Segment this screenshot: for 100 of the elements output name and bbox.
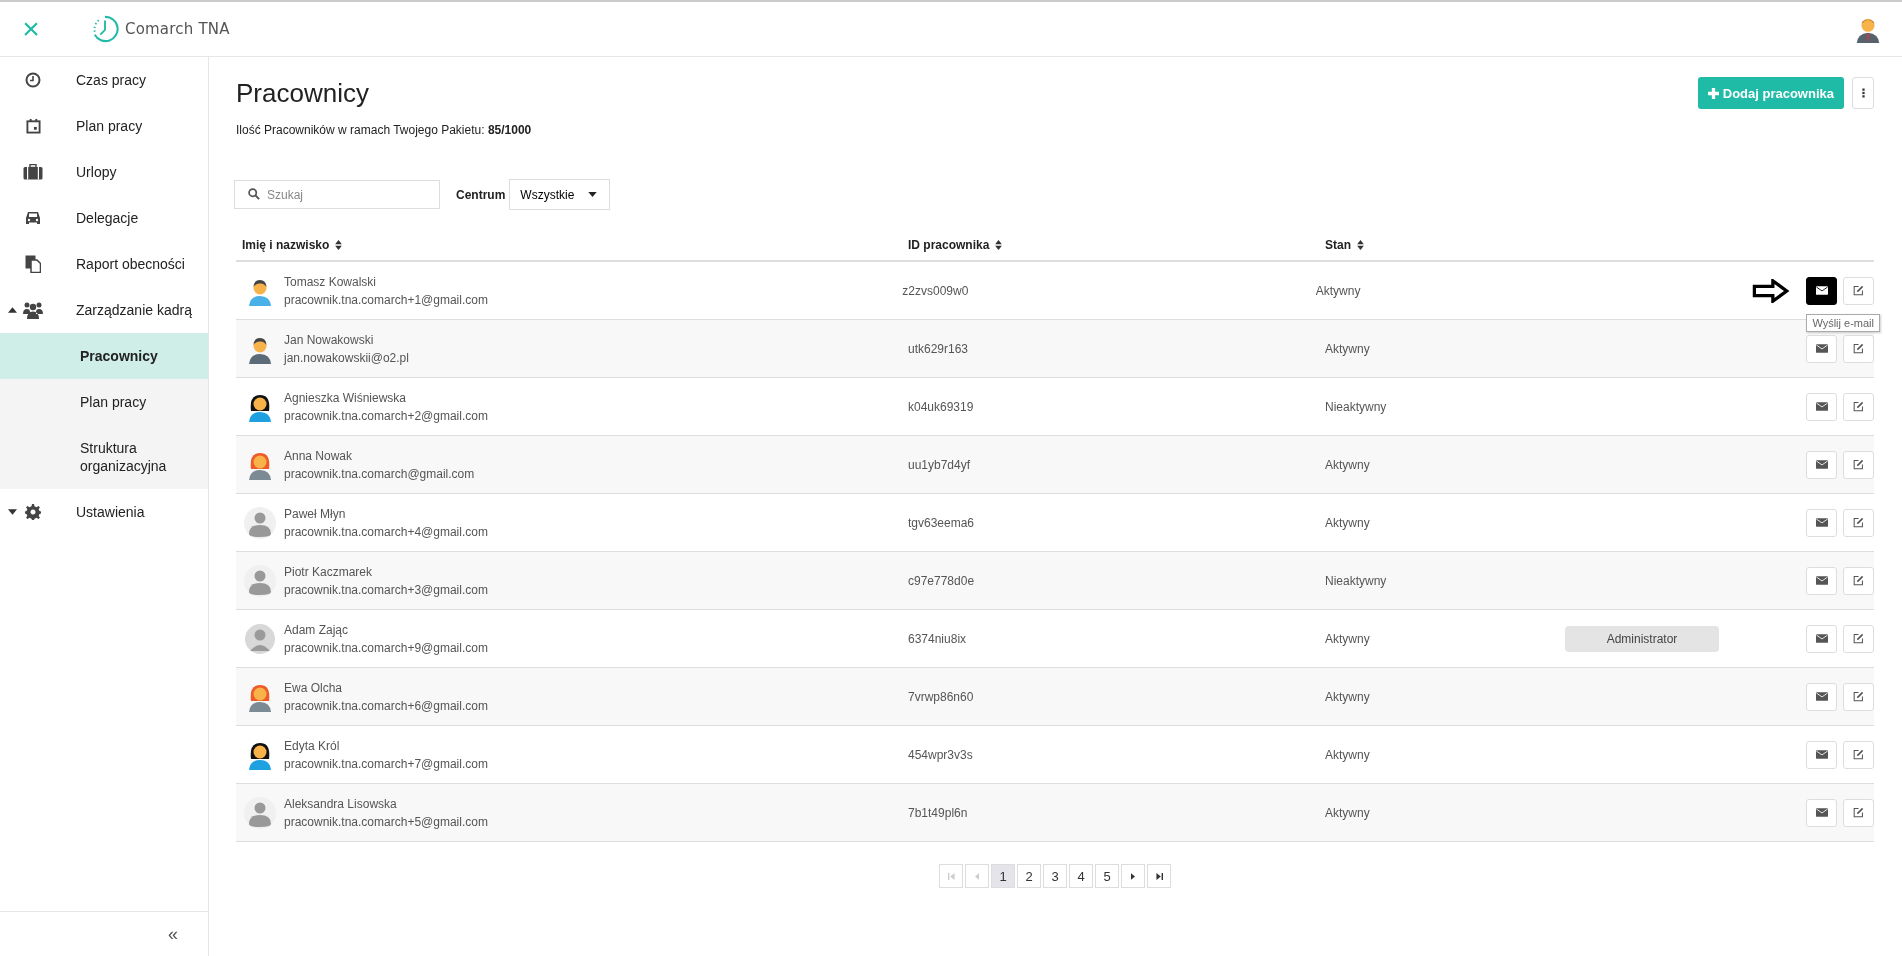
sidebar-subitem[interactable]: Pracownicy [0, 333, 208, 379]
envelope-icon [1815, 286, 1828, 295]
employee-email: pracownik.tna.comarch+4@gmail.com [284, 524, 488, 539]
edit-button[interactable] [1843, 566, 1874, 595]
employee-status: Aktywny [1315, 283, 1361, 298]
sidebar-item[interactable]: Ustawienia [0, 489, 208, 535]
collapse-sidebar-button[interactable]: « [168, 923, 178, 945]
edit-icon [1853, 401, 1864, 412]
employee-status: Aktywny [1325, 457, 1370, 472]
edit-icon [1853, 285, 1864, 296]
edit-icon [1853, 343, 1864, 354]
vertical-dots-icon [1861, 88, 1865, 98]
employee-id: 6374niu8ix [908, 631, 967, 646]
sidebar-item[interactable]: Plan pracy [0, 103, 208, 149]
employee-name[interactable]: Tomasz Kowalski [284, 274, 488, 289]
employee-status: Aktywny [1325, 805, 1370, 820]
employee-status: Nieaktywny [1325, 573, 1387, 588]
employee-name[interactable]: Adam Zając [284, 622, 488, 637]
employee-email: pracownik.tna.comarch+6@gmail.com [284, 698, 488, 713]
edit-button[interactable] [1843, 798, 1874, 827]
envelope-icon [1815, 750, 1828, 759]
pointing-arrow-icon [1752, 278, 1790, 303]
package-quota-text: Ilość Pracowników w ramach Twojego Pakietu: 85/1000 [236, 123, 533, 137]
clock-logo-icon [91, 15, 119, 43]
edit-button[interactable] [1843, 334, 1874, 363]
calendar-icon [25, 118, 41, 134]
more-options-button[interactable] [1852, 77, 1874, 109]
first-page-icon [947, 872, 955, 880]
employee-email: pracownik.tna.comarch+2@gmail.com [284, 408, 488, 423]
employee-id: utk629r163 [908, 341, 969, 356]
last-page-icon [1155, 872, 1163, 880]
sidebar-item[interactable]: Urlopy [0, 149, 208, 195]
page-button[interactable]: 2 [1017, 864, 1041, 888]
envelope-icon [1815, 692, 1828, 701]
employee-name[interactable]: Agnieszka Wiśniewska [284, 390, 488, 405]
employee-name[interactable]: Piotr Kaczmarek [284, 564, 488, 579]
column-header[interactable]: Imię i nazwisko [242, 238, 330, 252]
employee-status: Aktywny [1325, 747, 1370, 762]
employee-status: Nieaktywny [1325, 399, 1387, 414]
search-field[interactable]: Szukaj [234, 180, 440, 209]
employee-email: pracownik.tna.comarch+7@gmail.com [284, 756, 488, 771]
edit-button[interactable] [1843, 392, 1874, 421]
employee-name[interactable]: Jan Nowakowski [284, 332, 409, 347]
sidebar-item[interactable]: Czas pracy [0, 57, 208, 103]
edit-button[interactable] [1843, 624, 1874, 653]
employee-name[interactable]: Anna Nowak [284, 448, 475, 463]
plus-icon [1707, 87, 1719, 99]
settings-icon [25, 504, 41, 520]
edit-button[interactable] [1843, 450, 1874, 479]
send-email-button[interactable] [1806, 276, 1837, 305]
user-silhouette-icon [244, 564, 276, 597]
next-page-button[interactable] [1121, 864, 1145, 888]
edit-button[interactable] [1843, 682, 1874, 711]
tooltip: Wyślij e-mail [1806, 314, 1880, 332]
page-button[interactable]: 1 [991, 864, 1015, 888]
employee-name[interactable]: Paweł Młyn [284, 506, 488, 521]
center-filter-label: Centrum [456, 187, 506, 202]
column-header[interactable]: Stan [1325, 238, 1351, 252]
page-button[interactable]: 3 [1043, 864, 1067, 888]
employee-status: Aktywny [1325, 689, 1370, 704]
envelope-icon [1815, 808, 1828, 817]
user-silhouette-icon [244, 506, 276, 539]
role-badge: Administrator [1565, 625, 1719, 652]
edit-button[interactable] [1843, 508, 1874, 537]
employee-name[interactable]: Edyta Król [284, 738, 488, 753]
car-icon [25, 211, 41, 225]
sidebar-item[interactable]: Delegacje [0, 195, 208, 241]
sort-icon[interactable] [335, 240, 343, 250]
sidebar-subitem[interactable]: Struktura organizacyjna [0, 425, 208, 489]
employee-id: 7b1t49pl6n [908, 805, 968, 820]
employee-status: Aktywny [1325, 631, 1370, 646]
page-button[interactable]: 4 [1069, 864, 1093, 888]
center-dropdown[interactable]: Wszystkie [509, 179, 611, 210]
column-header[interactable]: ID pracownika [908, 238, 990, 252]
employee-name[interactable]: Ewa Olcha [284, 680, 488, 695]
briefcase-icon [23, 164, 43, 180]
employee-email: pracownik.tna.comarch+5@gmail.com [284, 814, 488, 829]
sidebar-item[interactable]: Raport obecności [0, 241, 208, 287]
search-icon [248, 188, 260, 200]
sidebar-item[interactable]: Zarządzanie kadrą [0, 287, 208, 333]
page-button[interactable]: 5 [1095, 864, 1119, 888]
caret-left-icon [975, 872, 979, 880]
employee-id: uu1yb7d4yf [908, 457, 971, 472]
edit-icon [1853, 575, 1864, 586]
edit-button[interactable] [1843, 740, 1874, 769]
employee-id: k04uk69319 [908, 399, 974, 414]
app-logo-text: Comarch TNA [125, 20, 230, 38]
sidebar-subitem[interactable]: Plan pracy [0, 379, 208, 425]
last-page-button[interactable] [1147, 864, 1171, 888]
employee-status: Aktywny [1325, 341, 1370, 356]
envelope-icon [1815, 402, 1828, 411]
employee-name[interactable]: Aleksandra Lisowska [284, 796, 488, 811]
edit-button[interactable] [1843, 276, 1874, 305]
employee-email: pracownik.tna.comarch+3@gmail.com [284, 582, 488, 597]
sort-icon[interactable] [1357, 240, 1364, 250]
sort-icon[interactable] [995, 240, 1003, 250]
employee-id: c97e778d0e [908, 573, 975, 588]
edit-icon [1853, 459, 1864, 470]
clock-icon [25, 72, 41, 88]
employee-id: z2zvs009w0 [902, 283, 969, 298]
